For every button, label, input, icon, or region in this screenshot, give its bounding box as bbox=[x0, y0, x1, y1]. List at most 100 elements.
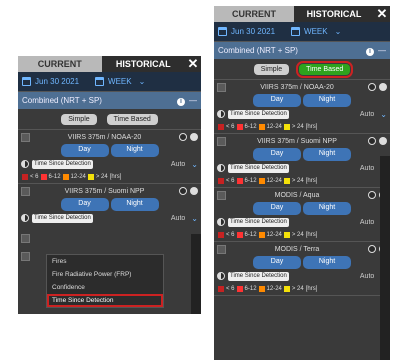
info-icon[interactable] bbox=[379, 83, 387, 91]
mode-toggle: Simple Time Based bbox=[18, 109, 201, 129]
legend: < 6 6-12 12-24 > 24 [hrs] bbox=[214, 175, 390, 187]
day-button[interactable]: Day bbox=[253, 94, 301, 107]
style-select[interactable]: Time Since Detection bbox=[228, 217, 289, 227]
auto-label[interactable]: Auto bbox=[360, 165, 374, 172]
settings-icon[interactable] bbox=[179, 187, 187, 195]
auto-label[interactable]: Auto bbox=[360, 219, 374, 226]
layer-block: MODIS / Terra Day Night Time Since Detec… bbox=[214, 242, 390, 296]
time-based-button[interactable]: Time Based bbox=[106, 113, 158, 125]
layer-name: VIIRS 375m / Suomi NPP bbox=[257, 137, 337, 145]
legend-swatch bbox=[236, 124, 243, 130]
simple-button[interactable]: Simple bbox=[253, 63, 290, 75]
settings-icon[interactable] bbox=[368, 137, 376, 145]
info-icon[interactable] bbox=[379, 137, 387, 145]
contrast-icon bbox=[217, 272, 225, 280]
night-button[interactable]: Night bbox=[303, 148, 351, 161]
collapse-icon[interactable]: — bbox=[189, 96, 197, 105]
style-row: Time Since Detection Auto ⌄ bbox=[214, 107, 390, 121]
day-night-toggle: Day Night bbox=[18, 198, 201, 211]
style-select[interactable]: Time Since Detection bbox=[32, 213, 93, 223]
legend-swatch bbox=[236, 232, 243, 238]
calendar-range-icon[interactable] bbox=[291, 27, 301, 36]
settings-icon[interactable] bbox=[179, 133, 187, 141]
legend-swatch bbox=[218, 232, 224, 238]
simple-button[interactable]: Simple bbox=[61, 113, 97, 125]
day-button[interactable]: Day bbox=[253, 202, 301, 215]
auto-label[interactable]: Auto bbox=[360, 273, 374, 280]
calendar-icon[interactable] bbox=[22, 77, 31, 86]
auto-label[interactable]: Auto bbox=[360, 111, 374, 118]
settings-icon[interactable] bbox=[368, 83, 376, 91]
time-based-button[interactable]: Time Based bbox=[296, 60, 354, 78]
style-row: Time Since Detection Auto ⌄ bbox=[214, 215, 390, 229]
date-value[interactable]: Jun 30 2021 bbox=[35, 77, 79, 86]
layer-name: VIIRS 375m / NOAA-20 bbox=[260, 83, 334, 91]
day-button[interactable]: Day bbox=[253, 256, 301, 269]
chevron-down-icon[interactable]: ⌄ bbox=[191, 160, 198, 169]
chevron-down-icon[interactable]: ⌄ bbox=[139, 77, 146, 86]
night-button[interactable]: Night bbox=[303, 202, 351, 215]
style-select[interactable]: Time Since Detection bbox=[228, 271, 289, 281]
legend-swatch bbox=[236, 286, 243, 292]
calendar-range-icon[interactable] bbox=[95, 77, 105, 86]
night-button[interactable]: Night bbox=[303, 94, 351, 107]
dropdown-option-confidence[interactable]: Confidence bbox=[47, 281, 163, 294]
info-icon[interactable]: i bbox=[366, 47, 374, 56]
tab-current[interactable]: CURRENT bbox=[214, 6, 294, 22]
settings-icon[interactable] bbox=[368, 191, 376, 199]
info-icon[interactable] bbox=[190, 187, 198, 195]
settings-icon[interactable] bbox=[368, 245, 376, 253]
contrast-icon bbox=[21, 214, 29, 222]
layer-checkbox[interactable] bbox=[217, 136, 226, 146]
chevron-down-icon[interactable]: ⌄ bbox=[191, 214, 198, 223]
day-button[interactable]: Day bbox=[60, 144, 109, 157]
layer-checkbox[interactable] bbox=[217, 244, 226, 254]
scrollbar[interactable] bbox=[380, 156, 390, 360]
layer-checkbox[interactable] bbox=[217, 82, 226, 92]
scrollbar[interactable] bbox=[191, 234, 201, 314]
tab-historical[interactable]: HISTORICAL bbox=[101, 56, 185, 72]
day-button[interactable]: Day bbox=[253, 148, 301, 161]
style-row: Time Since Detection Auto ⌄ bbox=[214, 269, 390, 283]
range-value[interactable]: WEEK bbox=[304, 27, 328, 36]
day-night-toggle: Day Night bbox=[214, 148, 390, 161]
style-select[interactable]: Time Since Detection bbox=[32, 159, 93, 169]
layer-checkbox[interactable] bbox=[21, 132, 30, 142]
night-button[interactable]: Night bbox=[110, 198, 159, 211]
dropdown-option-time-since-detection[interactable]: Time Since Detection bbox=[47, 294, 163, 307]
tab-historical[interactable]: HISTORICAL bbox=[294, 6, 374, 22]
layer-checkbox[interactable] bbox=[21, 251, 30, 261]
chevron-down-icon[interactable]: ⌄ bbox=[335, 27, 342, 36]
style-select[interactable]: Time Since Detection bbox=[228, 109, 289, 119]
close-icon[interactable]: ✕ bbox=[374, 6, 390, 22]
info-icon[interactable] bbox=[190, 133, 198, 141]
range-value[interactable]: WEEK bbox=[108, 77, 132, 86]
tab-bar: CURRENT HISTORICAL ✕ bbox=[18, 56, 201, 72]
calendar-icon[interactable] bbox=[218, 27, 227, 36]
legend-swatch bbox=[218, 124, 224, 130]
night-button[interactable]: Night bbox=[303, 256, 351, 269]
night-button[interactable]: Night bbox=[110, 144, 159, 157]
info-icon[interactable]: i bbox=[177, 97, 185, 106]
layer-checkbox[interactable] bbox=[217, 190, 226, 200]
auto-label[interactable]: Auto bbox=[171, 215, 185, 222]
mode-toggle: Simple Time Based bbox=[214, 59, 390, 79]
close-icon[interactable]: ✕ bbox=[185, 56, 201, 72]
layer-group-title: Combined (NRT + SP) bbox=[22, 96, 102, 105]
layer-checkbox[interactable] bbox=[21, 233, 30, 243]
layer-group-header: Combined (NRT + SP) i — bbox=[18, 92, 201, 109]
dropdown-option-frp[interactable]: Fire Radiative Power (FRP) bbox=[47, 268, 163, 281]
legend-swatch bbox=[258, 232, 265, 238]
legend-swatch bbox=[218, 178, 224, 184]
dropdown-option-fires[interactable]: Fires bbox=[47, 255, 163, 268]
style-select[interactable]: Time Since Detection bbox=[228, 163, 289, 173]
chevron-down-icon[interactable]: ⌄ bbox=[380, 110, 387, 119]
date-value[interactable]: Jun 30 2021 bbox=[231, 27, 275, 36]
tab-current[interactable]: CURRENT bbox=[18, 56, 102, 72]
day-button[interactable]: Day bbox=[60, 198, 109, 211]
layer-checkbox[interactable] bbox=[21, 186, 30, 196]
auto-label[interactable]: Auto bbox=[171, 161, 185, 168]
layer-row: MODIS / Aqua bbox=[214, 188, 390, 202]
collapse-icon[interactable]: — bbox=[378, 46, 386, 55]
left-panel: CURRENT HISTORICAL ✕ Jun 30 2021 WEEK ⌄ … bbox=[18, 56, 201, 314]
